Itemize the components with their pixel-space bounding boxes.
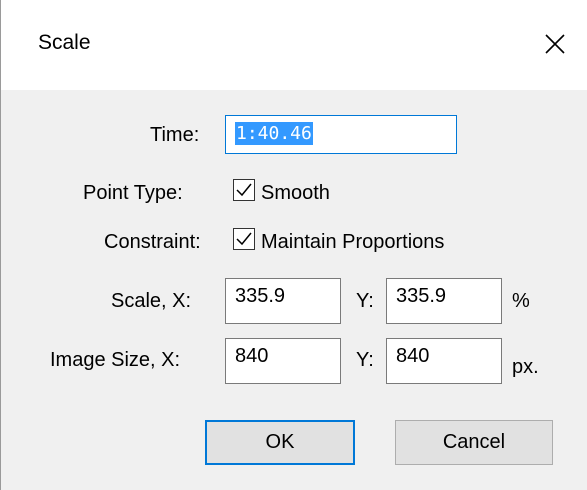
scale-x-input[interactable]: 335.9: [225, 278, 341, 324]
time-value: 1:40.46: [235, 122, 313, 145]
image-size-y-input[interactable]: 840: [386, 338, 502, 384]
close-icon: [545, 34, 565, 54]
smooth-checkbox[interactable]: [233, 179, 255, 201]
scale-dialog: Scale Time: 1:40.46 Point Type: Smooth C…: [0, 0, 587, 490]
title-bar: Scale: [0, 0, 587, 90]
ok-button[interactable]: OK: [205, 420, 355, 465]
image-size-x-label: Image Size, X:: [50, 349, 181, 371]
cancel-button[interactable]: Cancel: [395, 420, 553, 465]
close-button[interactable]: [527, 14, 583, 74]
image-size-y-label: Y:: [356, 349, 374, 371]
check-icon: [236, 183, 252, 197]
smooth-label: Smooth: [261, 182, 330, 204]
time-input[interactable]: 1:40.46: [225, 115, 457, 154]
scale-y-label: Y:: [356, 290, 374, 312]
window-title: Scale: [38, 31, 91, 54]
image-size-unit: px.: [512, 356, 539, 378]
point-type-label: Point Type:: [83, 182, 183, 204]
scale-x-label: Scale, X:: [111, 290, 192, 312]
check-icon: [236, 232, 252, 246]
image-size-x-input[interactable]: 840: [225, 338, 341, 384]
time-label: Time:: [150, 124, 200, 146]
dialog-body: Time: 1:40.46 Point Type: Smooth Constra…: [0, 90, 587, 490]
maintain-proportions-checkbox[interactable]: [233, 228, 255, 250]
scale-y-input[interactable]: 335.9: [386, 278, 502, 324]
constraint-label: Constraint:: [104, 231, 201, 253]
maintain-proportions-label: Maintain Proportions: [261, 231, 445, 253]
scale-unit: %: [512, 290, 530, 312]
window-border: [0, 0, 1, 490]
